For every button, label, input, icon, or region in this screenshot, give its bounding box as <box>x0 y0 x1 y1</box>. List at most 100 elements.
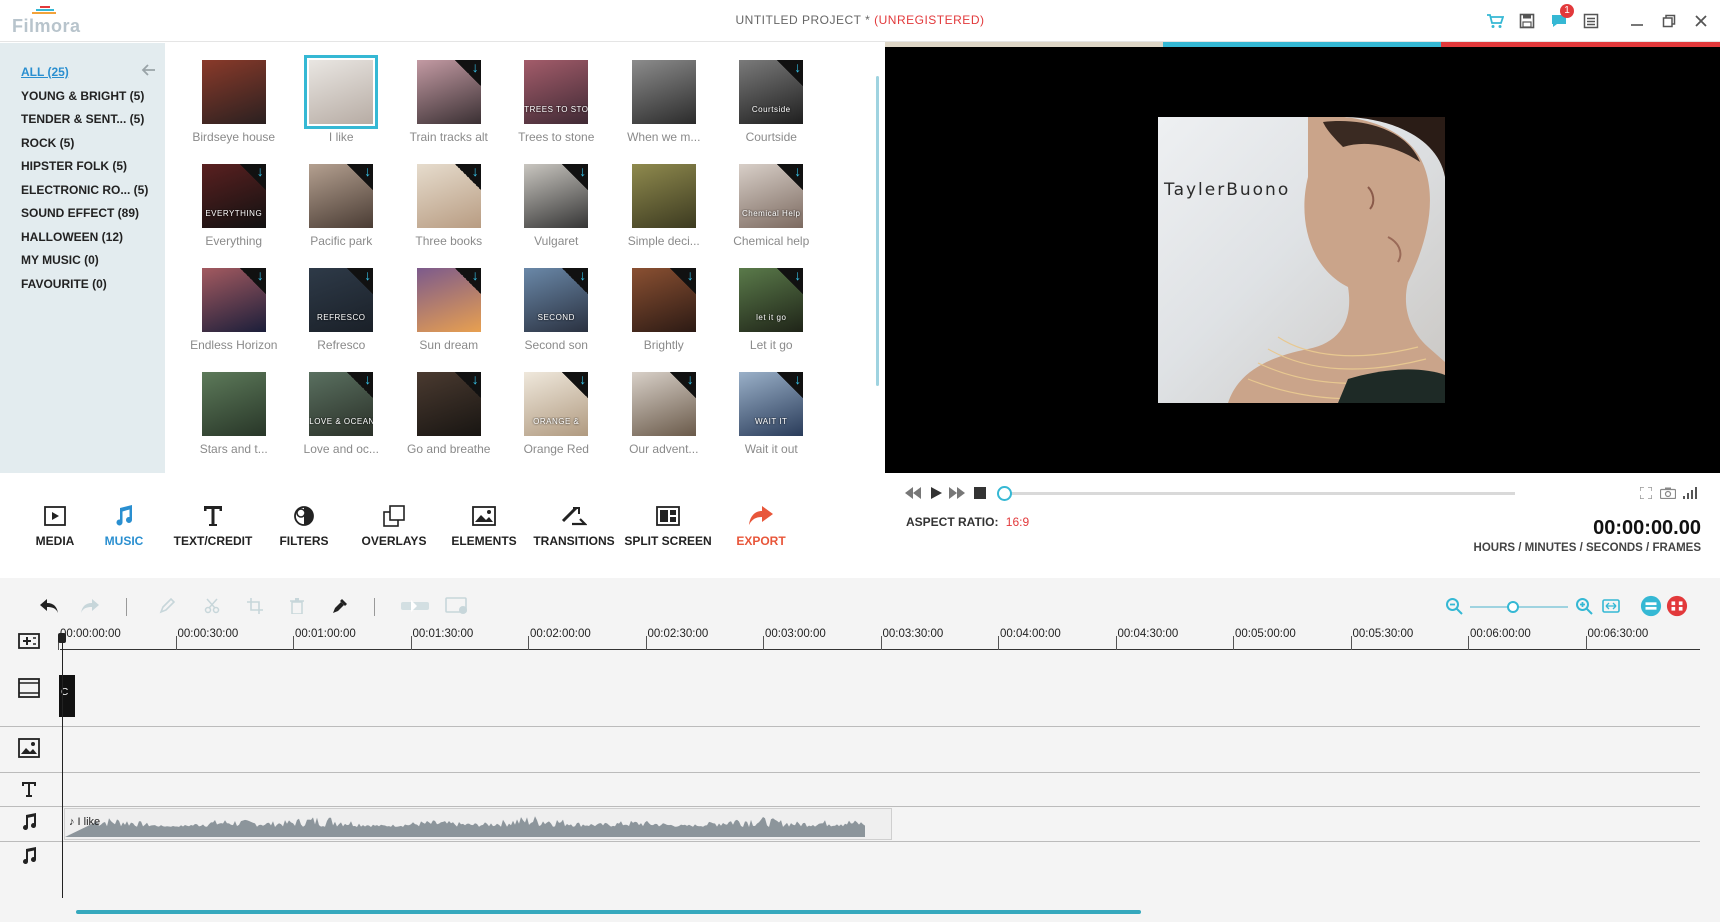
menu-icon[interactable] <box>1580 10 1602 32</box>
album-thumbnail[interactable]: Chemical Help ↓ <box>739 164 804 228</box>
album-thumbnail[interactable]: ↓ <box>416 372 481 436</box>
music-tile[interactable]: Courtside ↓ Courtside <box>718 60 826 164</box>
album-thumbnail[interactable] <box>201 372 266 436</box>
tab-export[interactable]: EXPORT <box>716 503 806 548</box>
album-thumbnail[interactable] <box>631 60 696 124</box>
album-thumbnail[interactable]: ↓ <box>631 372 696 436</box>
track-manager-icon[interactable] <box>1640 595 1662 617</box>
volume-level-icon[interactable] <box>1682 485 1698 501</box>
tab-elements[interactable]: ELEMENTS <box>439 503 529 548</box>
download-arrow-icon[interactable]: ↓ <box>454 164 481 190</box>
music-tile[interactable]: WAIT IT ↓ Wait it out <box>718 372 826 476</box>
minimize-icon[interactable] <box>1626 10 1648 32</box>
tab-overlays[interactable]: OVERLAYS <box>349 503 439 548</box>
album-thumbnail[interactable]: LOVE & OCEAN ↓ <box>309 372 374 436</box>
music-tile[interactable]: ↓ Sun dream <box>395 268 503 372</box>
music-tile[interactable]: ↓ Train tracks alt <box>395 60 503 164</box>
rewind-icon[interactable] <box>905 485 921 501</box>
download-arrow-icon[interactable]: ↓ <box>347 164 374 190</box>
album-thumbnail[interactable]: ↓ <box>524 164 589 228</box>
album-thumbnail[interactable]: ↓ <box>416 60 481 124</box>
download-arrow-icon[interactable]: ↓ <box>669 268 696 294</box>
download-arrow-icon[interactable]: ↓ <box>454 60 481 86</box>
timeline-scrollbar[interactable] <box>76 910 1141 914</box>
album-thumbnail[interactable]: ↓ <box>201 268 266 332</box>
album-thumbnail[interactable]: EVERYTHING ↓ <box>201 164 266 228</box>
snapshot-camera-icon[interactable] <box>1660 485 1676 501</box>
record-voiceover-icon[interactable] <box>400 595 430 617</box>
restore-icon[interactable] <box>1658 10 1680 32</box>
stop-icon[interactable] <box>972 485 988 501</box>
album-thumbnail[interactable] <box>304 55 379 129</box>
album-thumbnail[interactable]: WAIT IT ↓ <box>739 372 804 436</box>
music-tile[interactable]: Simple deci... <box>610 164 718 268</box>
save-icon[interactable] <box>1516 10 1538 32</box>
tab-split-screen[interactable]: SPLIT SCREEN <box>623 503 713 548</box>
download-arrow-icon[interactable]: ↓ <box>777 372 804 398</box>
category-item[interactable]: MY MUSIC (0) <box>0 249 165 273</box>
music-tile[interactable]: ORANGE & ↓ Orange Red <box>503 372 611 476</box>
download-arrow-icon[interactable]: ↓ <box>239 268 266 294</box>
album-thumbnail[interactable]: ↓ <box>631 268 696 332</box>
edit-pencil-icon[interactable] <box>156 595 178 617</box>
album-thumbnail[interactable] <box>631 164 696 228</box>
music-tile[interactable]: ↓ Three books <box>395 164 503 268</box>
music-tile[interactable]: TREES TO STONE Trees to stone <box>503 60 611 164</box>
download-arrow-icon[interactable]: ↓ <box>777 164 804 190</box>
album-thumbnail[interactable]: ↓ <box>309 164 374 228</box>
tab-music[interactable]: MUSIC <box>79 503 169 548</box>
category-item[interactable]: ELECTRONIC RO... (5) <box>0 179 165 203</box>
fullscreen-icon[interactable] <box>1638 485 1654 501</box>
category-item[interactable]: SOUND EFFECT (89) <box>0 202 165 226</box>
music-tile[interactable]: ↓ Pacific park <box>288 164 396 268</box>
split-scissors-icon[interactable] <box>201 595 223 617</box>
audio-clip[interactable]: ♪ I like <box>64 808 892 840</box>
aspect-ratio-value[interactable]: 16:9 <box>1006 515 1029 529</box>
fast-forward-icon[interactable] <box>949 485 965 501</box>
download-arrow-icon[interactable]: ↓ <box>562 164 589 190</box>
music-tile[interactable]: Birdseye house <box>180 60 288 164</box>
music-tile[interactable]: ↓ Endless Horizon <box>180 268 288 372</box>
album-thumbnail[interactable]: ↓ <box>416 268 481 332</box>
library-scrollbar[interactable] <box>876 76 879 386</box>
category-item[interactable]: FAVOURITE (0) <box>0 273 165 297</box>
album-thumbnail[interactable]: SECOND ↓ <box>524 268 589 332</box>
download-arrow-icon[interactable]: ↓ <box>347 372 374 398</box>
tab-filters[interactable]: FILTERS <box>259 503 349 548</box>
collapse-arrow-icon[interactable] <box>141 63 157 77</box>
album-thumbnail[interactable] <box>201 60 266 124</box>
close-icon[interactable] <box>1690 10 1712 32</box>
grid-menu-icon[interactable] <box>1666 595 1688 617</box>
download-arrow-icon[interactable]: ↓ <box>454 372 481 398</box>
play-icon[interactable] <box>928 485 944 501</box>
music-tile[interactable]: Chemical Help ↓ Chemical help <box>718 164 826 268</box>
music-tile[interactable]: ↓ Our advent... <box>610 372 718 476</box>
album-thumbnail[interactable]: ↓ <box>416 164 481 228</box>
music-tile[interactable]: ↓ Go and breathe <box>395 372 503 476</box>
category-item[interactable]: TENDER & SENT... (5) <box>0 108 165 132</box>
download-arrow-icon[interactable]: ↓ <box>777 268 804 294</box>
music-tile[interactable]: ↓ Vulgaret <box>503 164 611 268</box>
download-arrow-icon[interactable]: ↓ <box>777 60 804 86</box>
download-arrow-icon[interactable]: ↓ <box>239 164 266 190</box>
chat-icon[interactable]: 1 <box>1548 4 1574 32</box>
download-arrow-icon[interactable]: ↓ <box>562 268 589 294</box>
zoom-in-icon[interactable] <box>1573 595 1595 617</box>
music-tile[interactable]: ↓ Brightly <box>610 268 718 372</box>
playback-progress-track[interactable] <box>1003 492 1515 495</box>
category-item[interactable]: HIPSTER FOLK (5) <box>0 155 165 179</box>
album-thumbnail[interactable]: TREES TO STONE <box>524 60 589 124</box>
album-thumbnail[interactable]: let it go ↓ <box>739 268 804 332</box>
music-tile[interactable]: REFRESCO ↓ Refresco <box>288 268 396 372</box>
album-thumbnail[interactable]: ORANGE & ↓ <box>524 372 589 436</box>
category-item[interactable]: HALLOWEEN (12) <box>0 226 165 250</box>
fit-timeline-icon[interactable] <box>1600 595 1622 617</box>
music-tile[interactable]: When we m... <box>610 60 718 164</box>
timeline-ruler[interactable]: 00:00:00:00 00:00:30:00 00:01:00:00 00:01:3… <box>58 628 1700 650</box>
delete-trash-icon[interactable] <box>286 595 308 617</box>
download-arrow-icon[interactable]: ↓ <box>454 268 481 294</box>
music-tile[interactable]: LOVE & OCEAN ↓ Love and oc... <box>288 372 396 476</box>
crop-icon[interactable] <box>244 595 266 617</box>
music-tile[interactable]: EVERYTHING ↓ Everything <box>180 164 288 268</box>
category-item[interactable]: ROCK (5) <box>0 132 165 156</box>
